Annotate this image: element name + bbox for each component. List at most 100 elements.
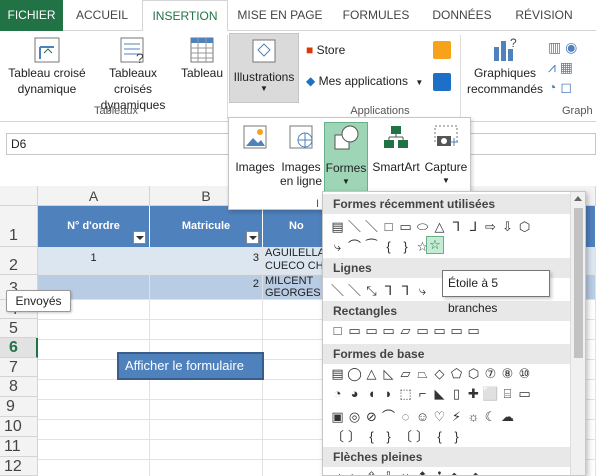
shape-icon[interactable]: ▭: [346, 323, 363, 339]
shape-icon[interactable]: 〔: [329, 426, 346, 445]
shape-icon[interactable]: }: [380, 429, 397, 444]
capture-button[interactable]: Capture ▼: [424, 122, 468, 192]
shape-icon[interactable]: ☁: [499, 409, 516, 425]
shape-icon[interactable]: ⬎: [482, 469, 499, 475]
shape-icon[interactable]: 〕: [414, 426, 431, 445]
shape-icon[interactable]: ☼: [465, 409, 482, 424]
shape-icon[interactable]: ⚡: [448, 409, 465, 425]
shape-icon[interactable]: ⏢: [414, 366, 431, 382]
basic-shapes-row-2[interactable]: ◔ ◕ ◖ ◗ ⬚ ⌐ ◣ ▯ ✚ ⬜ ⌸ ▭: [329, 386, 533, 404]
store-button[interactable]: ■ Store: [306, 43, 345, 57]
star-5-points-icon[interactable]: ☆: [426, 236, 444, 254]
shape-icon[interactable]: {: [431, 429, 448, 444]
shape-icon[interactable]: ⬚: [397, 386, 414, 402]
show-form-button[interactable]: Afficher le formulaire: [117, 352, 264, 380]
shape-icon[interactable]: ⇦: [346, 469, 363, 475]
row-header-7[interactable]: 7: [0, 358, 38, 377]
row-header-2[interactable]: 2: [0, 247, 38, 275]
shape-icon[interactable]: ⊘: [363, 409, 380, 425]
shape-icon[interactable]: ⬡: [465, 366, 482, 382]
shape-icon[interactable]: ⬭: [414, 219, 431, 235]
shape-icon[interactable]: ▤: [329, 366, 346, 382]
shape-icon[interactable]: {: [363, 429, 380, 444]
basic-shapes-row-1[interactable]: ▤ ◯ △ ◺ ▱ ⏢ ◇ ⬠ ⬡ ⑦ ⑧ ⑩: [329, 366, 533, 384]
row-header-1[interactable]: 1: [0, 206, 38, 247]
shape-icon[interactable]: ♡: [431, 409, 448, 425]
scrollbar-thumb[interactable]: [574, 208, 583, 358]
row-header-5[interactable]: 5: [0, 319, 38, 338]
lines-row[interactable]: ＼ ＼ ⤡ ⅂ ⅂ ⤷: [329, 280, 431, 298]
row-header-11[interactable]: 11: [0, 437, 38, 457]
arrows-row[interactable]: ⇨⇦⇧⇩⬌⬍✣⬑⬏⬎: [329, 469, 499, 475]
bing-icon[interactable]: [433, 41, 451, 59]
tab-review[interactable]: RÉVISION: [505, 0, 583, 31]
shape-icon[interactable]: ⅂: [448, 219, 465, 235]
shape-icon[interactable]: 〔: [397, 426, 414, 445]
empty-cells-a[interactable]: [38, 300, 150, 476]
shape-icon[interactable]: ⑩: [516, 366, 533, 382]
sent-button[interactable]: Envoyés: [6, 290, 71, 312]
shape-icon[interactable]: ⤡: [363, 283, 380, 299]
shape-icon[interactable]: ⇨: [482, 219, 499, 235]
recent-shapes-row-1[interactable]: ▤ ＼ ＼ □ ▭ ⬭ △ ⅂ ⅃ ⇨ ⇩ ⬡: [329, 216, 533, 234]
table-button[interactable]: Tableau: [178, 35, 226, 81]
recommended-pivot-button[interactable]: ? Tableaux croisés dynamiques: [90, 35, 176, 113]
cell-a2[interactable]: 1: [38, 247, 150, 275]
shape-icon[interactable]: ＼: [329, 280, 346, 299]
shape-icon[interactable]: ▯: [448, 386, 465, 402]
shape-icon[interactable]: ▭: [380, 323, 397, 339]
pivot-table-button[interactable]: Tableau croisé dynamique: [6, 35, 88, 97]
shape-icon[interactable]: ⤷: [414, 283, 431, 299]
shape-icon[interactable]: ⬜: [482, 386, 499, 402]
select-all-corner[interactable]: [0, 186, 38, 206]
shape-icon[interactable]: ▭: [431, 323, 448, 339]
tab-data[interactable]: DONNÉES: [424, 0, 500, 31]
cell-b3[interactable]: 2: [150, 275, 263, 300]
shape-icon[interactable]: ☾: [482, 409, 499, 425]
shape-icon[interactable]: ▭: [465, 323, 482, 339]
cell-b2[interactable]: 3: [150, 247, 263, 275]
images-button[interactable]: Images: [233, 122, 277, 192]
empty-cells-b[interactable]: [150, 300, 263, 476]
column-header-a[interactable]: A: [38, 186, 150, 206]
shape-icon[interactable]: ⬌: [397, 469, 414, 475]
shape-icon[interactable]: ⅂: [380, 283, 397, 299]
filter-dropdown-icon[interactable]: [133, 231, 146, 244]
shape-icon[interactable]: 〕: [346, 426, 363, 445]
shape-icon[interactable]: △: [431, 219, 448, 235]
shape-icon[interactable]: ＼: [346, 216, 363, 235]
tab-home[interactable]: ACCUEIL: [68, 0, 136, 31]
shape-icon[interactable]: ▭: [414, 323, 431, 339]
shape-icon[interactable]: ＼: [346, 280, 363, 299]
shapes-button[interactable]: Formes ▼: [324, 122, 368, 192]
table-header-matricule[interactable]: Matricule: [150, 206, 263, 247]
shape-icon[interactable]: ⑦: [482, 366, 499, 382]
shape-icon[interactable]: ⬑: [448, 469, 465, 475]
shape-icon[interactable]: ⅂: [397, 283, 414, 299]
tab-page-layout[interactable]: MISE EN PAGE: [232, 0, 328, 31]
shape-icon[interactable]: ⌸: [499, 386, 516, 402]
tab-file[interactable]: FICHIER: [0, 0, 63, 31]
shape-icon[interactable]: ▭: [448, 323, 465, 339]
row-header-6[interactable]: 6: [0, 338, 38, 358]
filter-dropdown-icon[interactable]: [246, 231, 259, 244]
shape-icon[interactable]: ⬏: [465, 469, 482, 475]
shape-icon[interactable]: ⑧: [499, 366, 516, 382]
shape-icon[interactable]: ◌: [397, 409, 414, 424]
shape-icon[interactable]: ▱: [397, 366, 414, 382]
shape-icon[interactable]: ◎: [346, 409, 363, 425]
shape-icon[interactable]: ⌒: [380, 406, 397, 425]
table-header-order[interactable]: N° d'ordre: [38, 206, 150, 247]
tab-insert[interactable]: INSERTION: [142, 0, 228, 32]
shape-icon[interactable]: ＼: [363, 216, 380, 235]
people-graph-icon[interactable]: [433, 73, 451, 91]
row-header-12[interactable]: 12: [0, 457, 38, 476]
shape-icon[interactable]: □: [380, 219, 397, 234]
shape-icon[interactable]: ⬍: [414, 469, 431, 475]
shape-icon[interactable]: ⅃: [465, 219, 482, 235]
online-images-button[interactable]: Images en ligne: [279, 122, 323, 192]
shape-icon[interactable]: ⇩: [499, 219, 516, 235]
shape-icon[interactable]: }: [448, 429, 465, 444]
illustrations-button[interactable]: Illustrations ▼: [229, 33, 299, 103]
row-header-8[interactable]: 8: [0, 377, 38, 397]
